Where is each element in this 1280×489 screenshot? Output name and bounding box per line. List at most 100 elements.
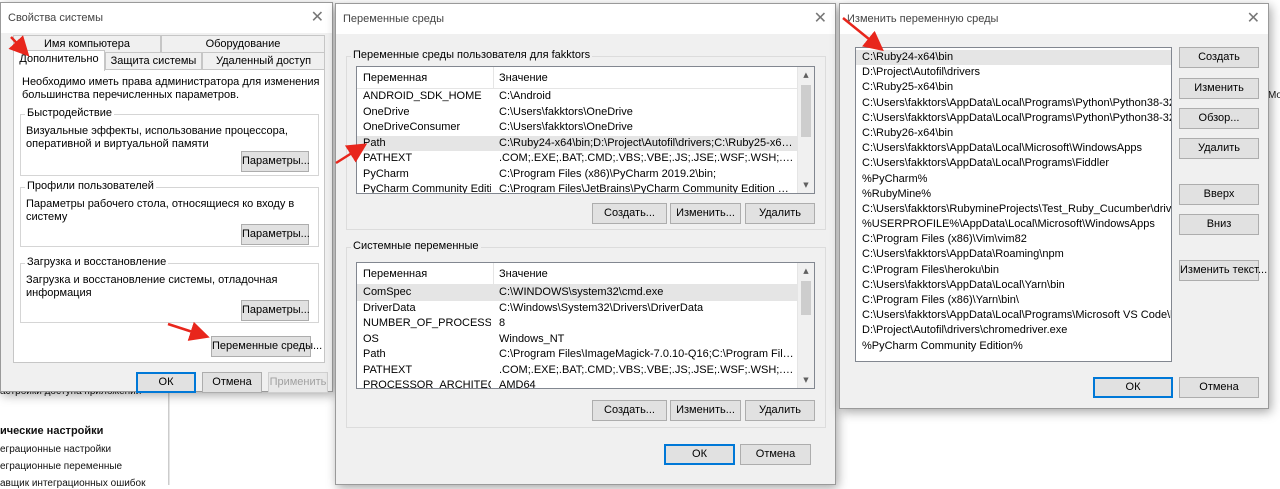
system-create-button[interactable]: Создать... (592, 400, 667, 421)
system-vars-scrollbar[interactable]: ▲ ▼ (797, 263, 814, 388)
tab-advanced[interactable]: Дополнительно (13, 50, 105, 71)
user-vars-scrollbar[interactable]: ▲ ▼ (797, 67, 814, 193)
table-row[interactable]: Path C:\Ruby24-x64\bin;D:\Project\Autofil… (357, 135, 797, 151)
editvar-ok-button[interactable]: ОК (1093, 377, 1173, 398)
col-variable-header[interactable]: Переменная (363, 268, 427, 280)
table-row[interactable]: PATHEXT .COM;.EXE;.BAT;.CMD;.VBS;.VBE;.JS… (357, 151, 797, 167)
editvar-browse-button[interactable]: Обзор... (1179, 108, 1259, 129)
table-row[interactable]: ANDROID_SDK_HOME C:\Android (357, 89, 797, 105)
editvar-edit-text-button[interactable]: Изменить текст... (1179, 260, 1267, 281)
user-vars-rows: ANDROID_SDK_HOME C:\Android OneDrive C:\Use… (357, 89, 797, 193)
list-item[interactable]: C:\Program Files (x86)\Vim\vim82 (856, 232, 1171, 247)
table-row[interactable]: PATHEXT .COM;.EXE;.BAT;.CMD;.VBS;.VBE;.JS… (357, 363, 797, 379)
list-item[interactable]: C:\Users\fakktors\RubymineProjects\Test_… (856, 202, 1171, 217)
scroll-down-icon[interactable]: ▼ (798, 177, 814, 193)
list-item[interactable]: %PyCharm Community Edition% (856, 339, 1171, 354)
list-item[interactable]: D:\Project\Autofil\drivers (856, 65, 1171, 80)
bg-item-2[interactable]: еграционные настройки (0, 444, 111, 455)
list-item[interactable]: C:\Ruby24-x64\bin (856, 50, 1171, 66)
sysprops-ok-button[interactable]: ОК (136, 372, 196, 393)
table-row[interactable]: OneDrive C:\Users\fakktors\OneDrive (357, 105, 797, 121)
performance-settings-button[interactable]: Параметры... (241, 151, 310, 172)
editvar-delete-button[interactable]: Удалить (1179, 138, 1259, 159)
tab-remote[interactable]: Удаленный доступ (202, 52, 325, 70)
scroll-up-icon[interactable]: ▲ (798, 67, 814, 83)
list-item[interactable]: C:\Users\fakktors\AppData\Local\Yarn\bin (856, 278, 1171, 293)
sysprops-cancel-button[interactable]: Отмена (202, 372, 262, 393)
user-profiles-settings-button[interactable]: Параметры... (241, 224, 310, 245)
variable-value: C:\Windows\System32\Drivers\DriverData (499, 301, 704, 314)
system-delete-button[interactable]: Удалить (745, 400, 815, 421)
user-edit-button[interactable]: Изменить... (670, 203, 741, 224)
system-vars-header: Переменная Значение (357, 263, 797, 285)
environment-variables-button[interactable]: Переменные среды... (211, 336, 322, 357)
performance-desc: Визуальные эффекты, использование процес… (26, 125, 288, 150)
system-vars-list[interactable]: Переменная Значение ComSpec C:\WINDOWS\sy… (356, 262, 815, 389)
editvar-create-button[interactable]: Создать (1179, 47, 1259, 68)
envvars-cancel-button[interactable]: Отмена (740, 444, 811, 465)
user-vars-list[interactable]: Переменная Значение ANDROID_SDK_HOME C:\A… (356, 66, 815, 194)
close-icon[interactable]: ✕ (814, 8, 827, 27)
table-row[interactable]: OneDriveConsumer C:\Users\fakktors\OneDri… (357, 120, 797, 136)
list-item[interactable]: C:\Users\fakktors\AppData\Local\Programs… (856, 111, 1171, 126)
list-item[interactable]: C:\Users\fakktors\AppData\Local\Programs… (856, 308, 1171, 323)
table-row[interactable]: Path C:\Program Files\ImageMagick-7.0.10-… (357, 347, 797, 363)
col-variable-header[interactable]: Переменная (363, 72, 427, 84)
scroll-thumb[interactable] (801, 85, 811, 137)
table-row[interactable]: PyCharm C:\Program Files (x86)\PyCharm 20… (357, 167, 797, 183)
envvars-titlebar[interactable]: Переменные среды ✕ (336, 4, 835, 34)
bg-item-4[interactable]: авщик интеграционных ошибок (0, 478, 145, 489)
close-icon[interactable]: ✕ (311, 7, 324, 26)
editvar-cancel-button[interactable]: Отмена (1179, 377, 1259, 398)
variable-value: C:\Users\fakktors\OneDrive (499, 121, 633, 133)
table-row[interactable]: PyCharm Community Edition C:\Program File… (357, 182, 797, 193)
table-row[interactable]: DriverData C:\Windows\System32\Drivers\Dr… (357, 301, 797, 317)
list-item[interactable]: C:\Users\fakktors\AppData\Local\Programs… (856, 156, 1171, 171)
editvar-titlebar[interactable]: Изменить переменную среды ✕ (840, 4, 1268, 34)
list-item[interactable]: C:\Users\fakktors\AppData\Local\Microsof… (856, 141, 1171, 156)
close-icon[interactable]: ✕ (1247, 8, 1260, 27)
tab-system-protection[interactable]: Защита системы (105, 52, 202, 70)
list-item[interactable]: %USERPROFILE%\AppData\Local\Microsoft\Wi… (856, 217, 1171, 232)
tab-hardware[interactable]: Оборудование (161, 35, 325, 53)
admin-note: Необходимо иметь права администратора дл… (22, 76, 320, 101)
col-value-header[interactable]: Значение (499, 268, 548, 280)
editvar-up-button[interactable]: Вверх (1179, 184, 1259, 205)
list-item[interactable]: C:\Users\fakktors\AppData\Local\Programs… (856, 96, 1171, 111)
variable-name: Path (363, 136, 386, 149)
sysprops-apply-button[interactable]: Применить (268, 372, 328, 393)
table-row[interactable]: NUMBER_OF_PROCESSORS 8 (357, 316, 797, 332)
system-edit-button[interactable]: Изменить... (670, 400, 741, 421)
list-item[interactable]: C:\Program Files (x86)\Yarn\bin\ (856, 293, 1171, 308)
list-item[interactable]: C:\Program Files\heroku\bin (856, 263, 1171, 278)
startup-recovery-settings-button[interactable]: Параметры... (241, 300, 310, 321)
path-entries-list[interactable]: C:\Ruby24-x64\bin D:\Project\Autofil\driv… (855, 47, 1172, 362)
list-item[interactable]: C:\Ruby25-x64\bin (856, 80, 1171, 95)
list-item[interactable]: D:\Project\Autofil\drivers\chromedriver.… (856, 323, 1171, 338)
table-row[interactable]: PROCESSOR_ARCHITECTURE AMD64 (357, 378, 797, 388)
editvar-down-button[interactable]: Вниз (1179, 214, 1259, 235)
variable-value: 8 (499, 317, 506, 329)
envvars-ok-button[interactable]: ОК (664, 444, 735, 465)
table-row[interactable]: OS Windows_NT (357, 332, 797, 348)
table-row[interactable]: ComSpec C:\WINDOWS\system32\cmd.exe (357, 285, 797, 301)
column-divider[interactable] (493, 67, 494, 89)
list-item[interactable]: C:\Users\fakktors\AppData\Roaming\npm (856, 247, 1171, 262)
user-profiles-group-title: Профили пользователей (25, 180, 156, 192)
bg-item-3[interactable]: еграционные переменные (0, 461, 122, 472)
scroll-down-icon[interactable]: ▼ (798, 372, 814, 388)
sysprops-titlebar[interactable]: Свойства системы ✕ (1, 3, 332, 33)
col-value-header[interactable]: Значение (499, 72, 548, 84)
user-delete-button[interactable]: Удалить (745, 203, 815, 224)
scroll-up-icon[interactable]: ▲ (798, 263, 814, 279)
column-divider[interactable] (493, 263, 494, 285)
list-item[interactable]: C:\Ruby26-x64\bin (856, 126, 1171, 141)
bg-item-1[interactable]: ические настройки (0, 425, 103, 437)
list-item[interactable]: %PyCharm% (856, 172, 1171, 187)
scroll-thumb[interactable] (801, 281, 811, 315)
user-vars-section-label: Переменные среды пользователя для fakkto… (351, 49, 593, 61)
user-create-button[interactable]: Создать... (592, 203, 667, 224)
variable-value: C:\Users\fakktors\OneDrive (499, 105, 633, 118)
editvar-edit-button[interactable]: Изменить (1179, 78, 1259, 99)
list-item[interactable]: %RubyMine% (856, 187, 1171, 202)
